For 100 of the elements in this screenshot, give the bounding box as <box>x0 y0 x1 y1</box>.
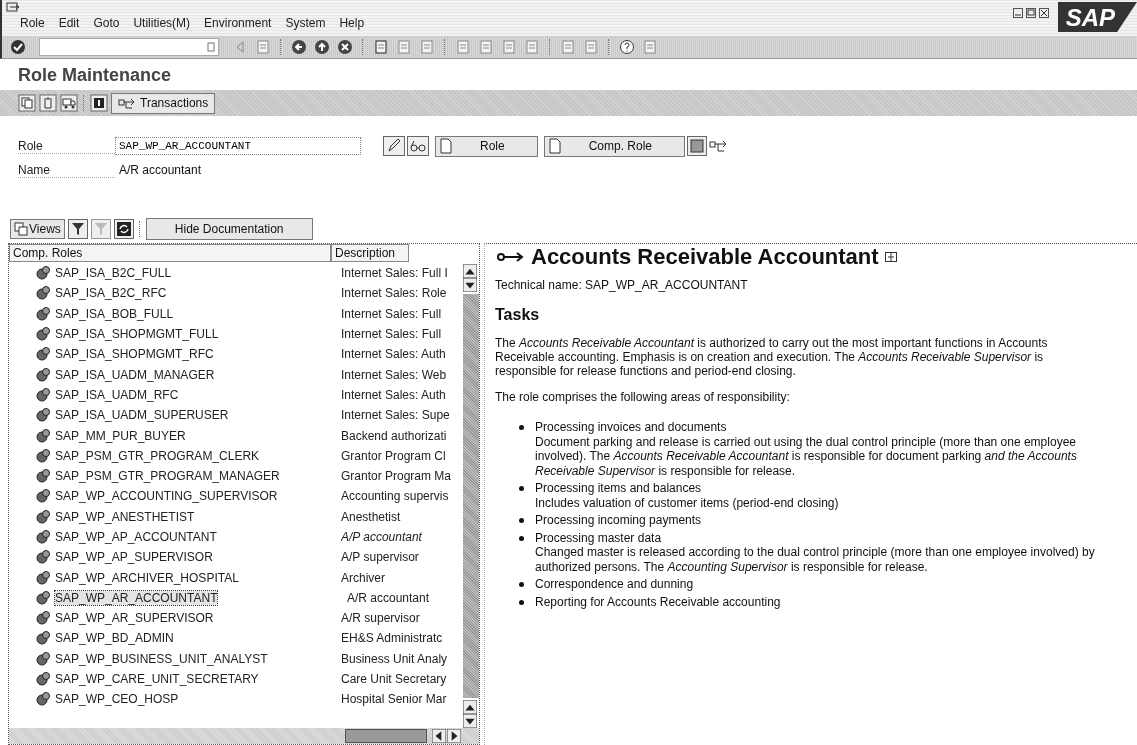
scroll-arrow-icon[interactable] <box>432 729 446 743</box>
truck-icon[interactable] <box>60 94 78 112</box>
role-icon <box>36 387 51 402</box>
role-name[interactable]: SAP_WP_AP_SUPERVISOR <box>55 550 341 565</box>
copy-icon[interactable] <box>18 94 36 112</box>
system-menu-icon[interactable] <box>6 2 20 14</box>
role-name[interactable]: SAP_WP_BUSINESS_UNIT_ANALYST <box>55 651 341 666</box>
paragraph: The Accounts Receivable Accountant is authorized to carry out the most important functions in Accounts Receivable accounting. Emphasis is on creation and execution. The Accounts Receivable Supervisor is responsible for release functions and period-end closing. <box>495 336 1049 378</box>
role-icon <box>36 408 51 423</box>
role-name[interactable]: SAP_WP_ARCHIVER_HOSPITAL <box>55 570 341 585</box>
bullet-icon <box>519 486 524 491</box>
bullet-item: Processing items and balances <box>535 481 703 496</box>
info-icon[interactable] <box>90 94 108 112</box>
bullet-icon <box>519 518 524 523</box>
enter-icon[interactable] <box>10 39 26 55</box>
refresh-icon[interactable] <box>113 219 134 239</box>
scroll-arrow-icon[interactable] <box>463 264 477 278</box>
role-description: Grantor Program Cl <box>341 448 447 463</box>
column-header[interactable]: Description <box>331 244 409 262</box>
help-icon[interactable] <box>619 39 635 55</box>
menu-item[interactable]: Help <box>339 16 365 30</box>
role-icon <box>36 530 51 544</box>
menu-item[interactable]: Goto <box>93 16 120 30</box>
role-icon <box>36 489 51 504</box>
scroll-arrow-icon[interactable] <box>447 729 461 743</box>
role-description: Business Unit Analy <box>341 651 449 666</box>
menu-item[interactable]: System <box>285 16 326 30</box>
logo: SAP <box>1057 2 1137 32</box>
role-name[interactable]: SAP_WP_ANESTHETIST <box>55 509 341 524</box>
role-name[interactable]: SAP_ISA_BOB_FULL <box>55 306 341 321</box>
role-name[interactable]: SAP_ISA_SHOPMGMT_RFC <box>55 347 341 362</box>
role-name[interactable]: SAP_ISA_B2C_RFC <box>55 286 341 301</box>
scroll-thumb[interactable] <box>345 729 427 743</box>
role-name[interactable]: SAP_WP_AR_SUPERVISOR <box>55 611 341 626</box>
role-name[interactable]: SAP_ISA_SHOPMGMT_FULL <box>55 327 341 342</box>
role-description: Internet Sales: Full I <box>341 266 449 281</box>
column-header[interactable]: Comp. Roles <box>9 244 331 262</box>
create-button[interactable]: Role <box>435 135 538 157</box>
section-heading: Tasks <box>495 306 541 324</box>
role-description: A/P supervisor <box>341 550 420 565</box>
role-icon <box>36 570 51 585</box>
screen-title: Role Maintenance <box>17 64 173 87</box>
hide-documentation-button[interactable]: Hide Documentation <box>145 218 313 240</box>
role-name[interactable]: SAP_ISA_UADM_SUPERUSER <box>55 408 341 423</box>
menu-item[interactable]: Edit <box>58 16 80 30</box>
display-icon[interactable] <box>687 136 708 156</box>
role-name[interactable]: SAP_ISA_UADM_RFC <box>55 387 341 402</box>
transactions-button[interactable]: Transactions <box>111 92 216 114</box>
role-name[interactable]: SAP_WP_AP_ACCOUNTANT <box>55 530 341 544</box>
document-icon <box>548 138 561 154</box>
role-icon <box>36 590 51 605</box>
role-name[interactable]: SAP_ISA_B2C_FULL <box>55 266 341 281</box>
key-arrow-icon <box>495 250 525 264</box>
role-icon <box>36 448 51 463</box>
glasses-icon[interactable] <box>407 136 429 156</box>
role-field[interactable]: SAP_WP_AR_ACCOUNTANT <box>115 137 361 155</box>
role-name[interactable]: SAP_WP_ACCOUNTING_SUPERVISOR <box>55 489 341 504</box>
role-name[interactable]: SAP_WP_BD_ADMIN <box>55 631 341 646</box>
dropdown-icon[interactable] <box>207 42 215 52</box>
role-icon <box>36 550 51 565</box>
role-name[interactable]: SAP_ISA_UADM_MANAGER <box>55 367 341 382</box>
scroll-arrow-icon[interactable] <box>463 278 477 292</box>
menu-item[interactable]: Role <box>20 16 45 30</box>
close-icon[interactable] <box>1038 8 1049 18</box>
role-icon <box>36 306 51 321</box>
bullet-detail: Changed master is released according to the dual control principle (more than one employee involved) by authorized persons. The Accounting Supervisor is responsible for release. <box>535 545 1096 574</box>
role-description: Internet Sales: Web <box>341 367 448 382</box>
role-name[interactable]: SAP_PSM_GTR_PROGRAM_MANAGER <box>55 469 341 484</box>
role-description: Anesthetist <box>341 509 402 524</box>
views-button[interactable]: Views <box>10 219 65 239</box>
bullet-item: Reporting for Accounts Receivable accounting <box>535 594 782 609</box>
maximize-icon[interactable] <box>1025 8 1036 18</box>
scrollbar[interactable] <box>463 264 479 728</box>
paragraph: The role comprises the following areas of responsibility: <box>495 390 791 404</box>
role-name[interactable]: SAP_PSM_GTR_PROGRAM_CLERK <box>55 448 341 463</box>
role-description: EH&S Administratc <box>341 631 444 646</box>
filter-icon[interactable] <box>67 219 88 239</box>
role-name[interactable]: SAP_WP_CEO_HOSP <box>55 692 341 707</box>
role-name[interactable]: SAP_WP_AR_ACCOUNTANT <box>55 590 218 605</box>
role-icon <box>36 631 51 646</box>
back-icon[interactable] <box>291 39 307 55</box>
role-description: Grantor Program Ma <box>341 469 453 484</box>
scroll-arrow-icon[interactable] <box>463 700 477 714</box>
menu-item[interactable]: Utilities(M) <box>133 16 191 30</box>
expand-icon[interactable] <box>884 252 897 262</box>
role-name[interactable]: SAP_WP_CARE_UNIT_SECRETARY <box>55 672 341 687</box>
print-icon[interactable] <box>373 39 389 55</box>
command-field[interactable] <box>39 38 219 56</box>
cancel-icon[interactable] <box>337 39 353 55</box>
bullet-item: Processing master data <box>535 530 663 545</box>
pencil-icon[interactable] <box>383 136 405 156</box>
menu-item[interactable]: Environment <box>204 16 272 30</box>
minimize-icon[interactable] <box>1012 8 1023 18</box>
role-name[interactable]: SAP_MM_PUR_BUYER <box>55 428 341 443</box>
create-button[interactable]: Comp. Role <box>543 135 686 157</box>
role-icon <box>36 367 51 382</box>
up-icon[interactable] <box>314 39 330 55</box>
scroll-arrow-icon[interactable] <box>463 714 477 728</box>
scrollbar[interactable] <box>9 728 479 744</box>
bullet-icon <box>519 425 524 430</box>
